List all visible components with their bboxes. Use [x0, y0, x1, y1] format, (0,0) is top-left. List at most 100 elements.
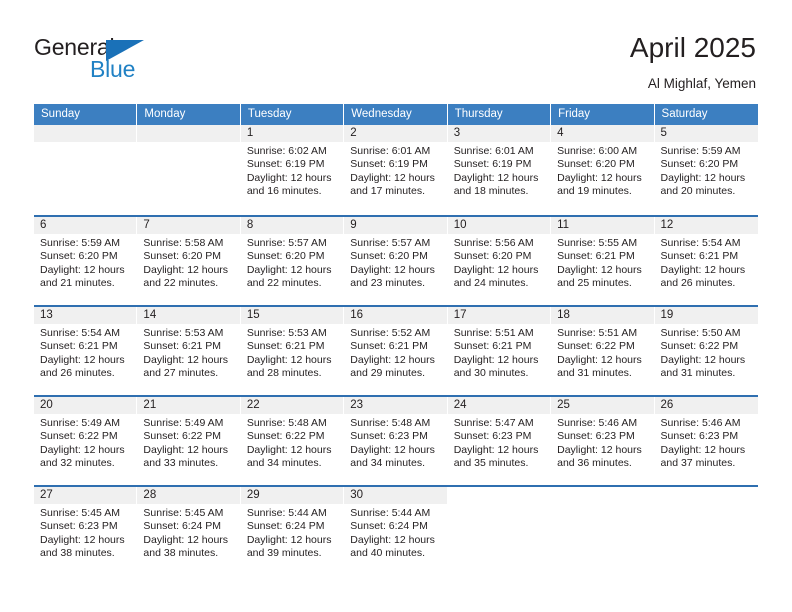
- day-sun-info: Sunrise: 5:49 AM Sunset: 6:22 PM Daylight:…: [34, 414, 136, 470]
- day-daylight-2-text: and 26 minutes.: [40, 366, 115, 379]
- day-sun-info: Sunrise: 5:57 AM Sunset: 6:20 PM Daylight:…: [344, 234, 446, 290]
- calendar-day-cell[interactable]: 22 Sunrise: 5:48 AM Sunset: 6:22 PM Dayligh…: [240, 397, 345, 485]
- day-sunset-text: Sunset: 6:22 PM: [143, 430, 222, 443]
- calendar-day-cell[interactable]: 12 Sunrise: 5:54 AM Sunset: 6:21 PM Dayligh…: [654, 217, 758, 305]
- day-daylight-1-text: Daylight: 12 hours: [40, 263, 125, 276]
- calendar-day-cell[interactable]: 23 Sunrise: 5:48 AM Sunset: 6:23 PM Dayligh…: [344, 397, 448, 485]
- calendar-day-cell-empty: [447, 487, 552, 575]
- day-daylight-1-text: Daylight: 12 hours: [453, 171, 539, 184]
- day-daylight-1-text: Daylight: 12 hours: [557, 353, 642, 366]
- day-daylight-2-text: and 18 minutes.: [453, 184, 529, 197]
- day-daylight-2-text: and 30 minutes.: [453, 366, 529, 379]
- day-sunset-text: Sunset: 6:23 PM: [660, 430, 739, 443]
- calendar-day-cell[interactable]: 28 Sunrise: 5:45 AM Sunset: 6:24 PM Dayligh…: [137, 487, 241, 575]
- day-daylight-2-text: and 40 minutes.: [350, 546, 425, 559]
- day-sun-info: Sunrise: 5:44 AM Sunset: 6:24 PM Daylight:…: [344, 504, 446, 560]
- day-number: 1: [240, 125, 344, 142]
- day-sunrise-text: Sunrise: 5:59 AM: [660, 145, 741, 157]
- day-number: 15: [240, 307, 344, 324]
- day-sun-info: Sunrise: 5:45 AM Sunset: 6:24 PM Daylight:…: [137, 504, 239, 560]
- day-sunrise-text: Sunrise: 5:57 AM: [350, 237, 431, 249]
- calendar-day-cell[interactable]: 8 Sunrise: 5:57 AM Sunset: 6:20 PM Daylight…: [240, 217, 345, 305]
- day-sunset-text: Sunset: 6:22 PM: [246, 430, 325, 443]
- calendar-day-cell[interactable]: 3 Sunrise: 6:01 AM Sunset: 6:19 PM Daylight…: [447, 125, 552, 215]
- calendar-day-cell[interactable]: 6 Sunrise: 5:59 AM Sunset: 6:20 PM Daylight…: [34, 217, 138, 305]
- day-number: 27: [34, 487, 137, 504]
- day-sun-info: Sunrise: 5:53 AM Sunset: 6:21 PM Daylight:…: [241, 324, 343, 380]
- day-sunrise-text: Sunrise: 5:44 AM: [350, 507, 431, 519]
- day-daylight-2-text: and 38 minutes.: [143, 546, 219, 559]
- calendar-day-cell[interactable]: 16 Sunrise: 5:52 AM Sunset: 6:21 PM Dayligh…: [344, 307, 448, 395]
- calendar-day-cell[interactable]: 9 Sunrise: 5:57 AM Sunset: 6:20 PM Daylight…: [344, 217, 448, 305]
- day-sunrise-text: Sunrise: 5:50 AM: [660, 327, 741, 339]
- day-sun-info: Sunrise: 6:00 AM Sunset: 6:20 PM Daylight:…: [551, 142, 653, 198]
- calendar-day-cell[interactable]: 1 Sunrise: 6:02 AM Sunset: 6:19 PM Daylight…: [240, 125, 345, 215]
- day-sunrise-text: Sunrise: 5:51 AM: [557, 327, 638, 339]
- calendar-day-cell[interactable]: 17 Sunrise: 5:51 AM Sunset: 6:21 PM Dayligh…: [447, 307, 552, 395]
- calendar-day-cell-empty: [654, 487, 758, 575]
- day-sunset-text: Sunset: 6:22 PM: [660, 340, 739, 353]
- day-sunrise-text: Sunrise: 5:45 AM: [143, 507, 224, 519]
- day-number: 13: [34, 307, 137, 324]
- calendar-day-cell[interactable]: 5 Sunrise: 5:59 AM Sunset: 6:20 PM Daylight…: [654, 125, 758, 215]
- day-sunrise-text: Sunrise: 6:00 AM: [557, 145, 638, 157]
- calendar-day-cell[interactable]: 14 Sunrise: 5:53 AM Sunset: 6:21 PM Dayligh…: [137, 307, 241, 395]
- day-sun-info: Sunrise: 6:01 AM Sunset: 6:19 PM Daylight:…: [448, 142, 550, 198]
- day-sunset-text: Sunset: 6:23 PM: [453, 430, 532, 443]
- day-number: 28: [137, 487, 240, 504]
- calendar-day-cell[interactable]: 24 Sunrise: 5:47 AM Sunset: 6:23 PM Dayligh…: [447, 397, 552, 485]
- calendar-day-cell[interactable]: 21 Sunrise: 5:49 AM Sunset: 6:22 PM Dayligh…: [137, 397, 241, 485]
- calendar-day-cell[interactable]: 7 Sunrise: 5:58 AM Sunset: 6:20 PM Daylight…: [137, 217, 241, 305]
- calendar-day-cell[interactable]: 10 Sunrise: 5:56 AM Sunset: 6:20 PM Dayligh…: [447, 217, 552, 305]
- calendar-day-cell[interactable]: 27 Sunrise: 5:45 AM Sunset: 6:23 PM Dayligh…: [34, 487, 138, 575]
- day-daylight-1-text: Daylight: 12 hours: [246, 533, 332, 546]
- day-daylight-1-text: Daylight: 12 hours: [557, 171, 642, 184]
- day-sun-info: Sunrise: 5:46 AM Sunset: 6:23 PM Daylight:…: [551, 414, 653, 470]
- calendar-day-cell[interactable]: 13 Sunrise: 5:54 AM Sunset: 6:21 PM Dayligh…: [34, 307, 138, 395]
- day-sunrise-text: Sunrise: 5:54 AM: [660, 237, 741, 249]
- weekday-header-saturday: Saturday: [654, 104, 758, 125]
- day-sun-info: Sunrise: 5:56 AM Sunset: 6:20 PM Daylight:…: [448, 234, 550, 290]
- day-daylight-2-text: and 39 minutes.: [246, 546, 322, 559]
- calendar-day-cell-empty: [137, 125, 241, 215]
- day-number: 23: [344, 397, 447, 414]
- day-number: 26: [654, 397, 758, 414]
- calendar-day-cell[interactable]: 26 Sunrise: 5:46 AM Sunset: 6:23 PM Dayligh…: [654, 397, 758, 485]
- day-number: [137, 125, 240, 142]
- calendar-day-cell[interactable]: 19 Sunrise: 5:50 AM Sunset: 6:22 PM Dayligh…: [654, 307, 758, 395]
- day-sunset-text: Sunset: 6:23 PM: [40, 520, 118, 533]
- day-number: 5: [654, 125, 758, 142]
- day-number: 19: [654, 307, 758, 324]
- calendar-day-cell[interactable]: 18 Sunrise: 5:51 AM Sunset: 6:22 PM Dayligh…: [551, 307, 655, 395]
- calendar-day-cell[interactable]: 25 Sunrise: 5:46 AM Sunset: 6:23 PM Dayligh…: [551, 397, 655, 485]
- day-daylight-1-text: Daylight: 12 hours: [453, 263, 539, 276]
- calendar-day-cell[interactable]: 2 Sunrise: 6:01 AM Sunset: 6:19 PM Daylight…: [344, 125, 448, 215]
- calendar-day-cell[interactable]: 20 Sunrise: 5:49 AM Sunset: 6:22 PM Dayligh…: [34, 397, 138, 485]
- calendar-day-cell[interactable]: 15 Sunrise: 5:53 AM Sunset: 6:21 PM Dayligh…: [240, 307, 345, 395]
- day-number: [34, 125, 137, 142]
- day-number: 25: [551, 397, 654, 414]
- day-daylight-2-text: and 22 minutes.: [246, 276, 322, 289]
- day-sunset-text: Sunset: 6:21 PM: [453, 340, 532, 353]
- weekday-header-tuesday: Tuesday: [240, 104, 345, 125]
- day-number: 12: [654, 217, 758, 234]
- day-number: [551, 487, 654, 504]
- day-sunrise-text: Sunrise: 5:53 AM: [246, 327, 327, 339]
- day-sunrise-text: Sunrise: 5:44 AM: [246, 507, 327, 519]
- calendar-week-row: 13 Sunrise: 5:54 AM Sunset: 6:21 PM Dayligh…: [34, 305, 758, 395]
- day-sunrise-text: Sunrise: 5:46 AM: [660, 417, 741, 429]
- day-daylight-1-text: Daylight: 12 hours: [557, 443, 642, 456]
- day-number: 10: [447, 217, 551, 234]
- calendar-day-cell[interactable]: 29 Sunrise: 5:44 AM Sunset: 6:24 PM Dayligh…: [240, 487, 345, 575]
- calendar-day-cell[interactable]: 30 Sunrise: 5:44 AM Sunset: 6:24 PM Dayligh…: [344, 487, 448, 575]
- day-daylight-1-text: Daylight: 12 hours: [660, 353, 746, 366]
- calendar-day-cell[interactable]: 4 Sunrise: 6:00 AM Sunset: 6:20 PM Daylight…: [551, 125, 655, 215]
- day-sun-info: Sunrise: 5:55 AM Sunset: 6:21 PM Daylight:…: [551, 234, 653, 290]
- day-daylight-1-text: Daylight: 12 hours: [143, 353, 229, 366]
- day-sun-info: Sunrise: 5:51 AM Sunset: 6:21 PM Daylight:…: [448, 324, 550, 380]
- day-daylight-1-text: Daylight: 12 hours: [246, 171, 332, 184]
- calendar-day-cell[interactable]: 11 Sunrise: 5:55 AM Sunset: 6:21 PM Dayligh…: [551, 217, 655, 305]
- weekday-header-wednesday: Wednesday: [344, 104, 448, 125]
- day-sunrise-text: Sunrise: 5:49 AM: [40, 417, 120, 429]
- day-sunrise-text: Sunrise: 5:56 AM: [453, 237, 534, 249]
